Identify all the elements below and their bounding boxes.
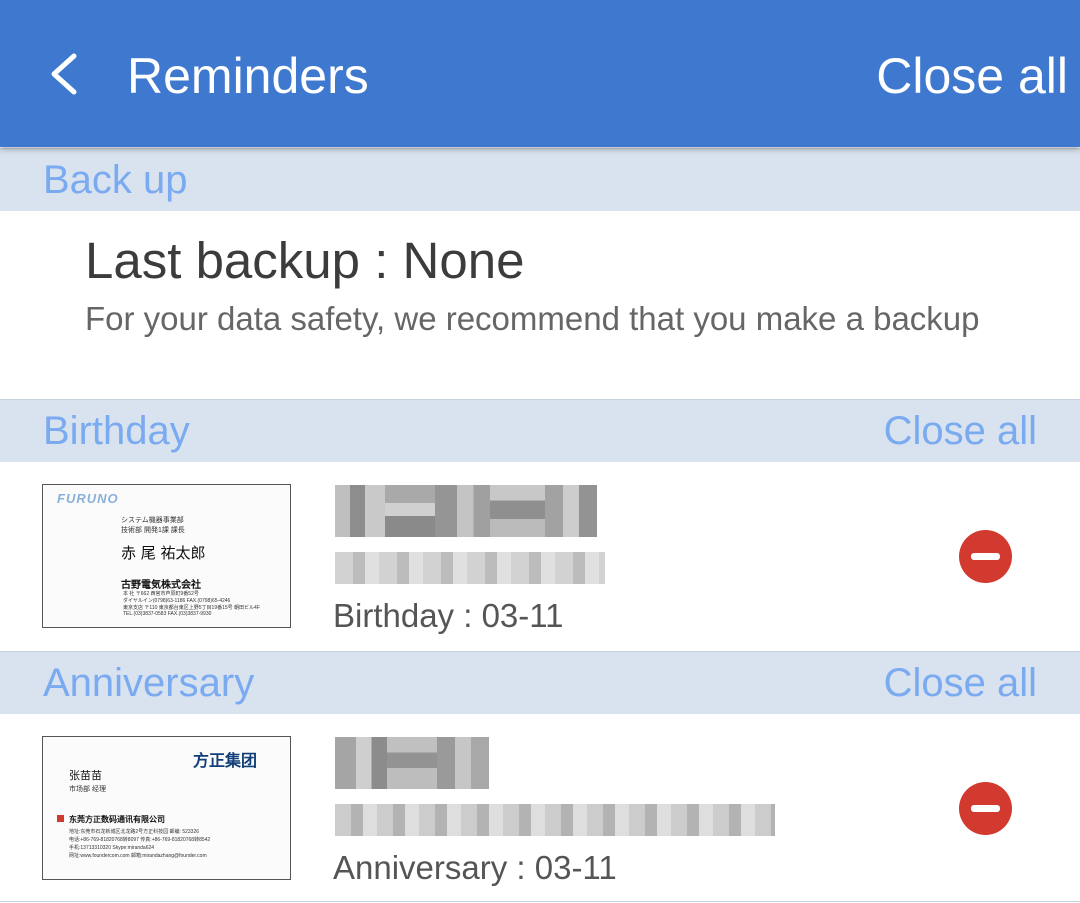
card-dept: 市场部 经理	[69, 786, 106, 793]
divider	[0, 901, 1080, 902]
card-address: 本 社 〒662 西宮市芦原町9番52号	[123, 591, 199, 597]
contact-name-pixelated	[335, 485, 597, 537]
card-detail: 地址:东莞市石龙新城区北龙路2号方正科技园 邮编: 523326	[69, 829, 200, 835]
card-line: 技術部 開発1課 課長	[121, 527, 185, 534]
business-card-thumbnail[interactable]: FURUNO システム機器事業部 技術部 開発1課 課長 赤 尾 祐太郎 古野電…	[42, 484, 291, 628]
card-company: 古野電気株式会社	[121, 580, 201, 591]
card-name: 张苗苗	[69, 770, 102, 782]
card-address: ダイヤルイン(0798)63-1186 FAX.(0798)65-4246	[123, 598, 231, 604]
reminder-date: Anniversary : 03-11	[333, 849, 617, 886]
anniversary-close-all-button[interactable]: Close all	[884, 658, 1037, 708]
backup-recommendation: For your data safety, we recommend that …	[85, 300, 980, 337]
list-item[interactable]: FURUNO システム機器事業部 技術部 開発1課 課長 赤 尾 祐太郎 古野電…	[0, 462, 1080, 650]
section-title-backup: Back up	[43, 158, 188, 202]
backup-section-header: Back up	[0, 148, 1080, 211]
card-address: TEL.(03)3837-0583 FAX.(03)3837-9930	[123, 611, 212, 617]
card-detail: 网址:www.foundercom.com 邮箱:mirandazhang@fo…	[69, 853, 207, 859]
birthday-section-header: Birthday Close all	[0, 399, 1080, 462]
card-logo: FURUNO	[57, 491, 119, 506]
card-logo: 方正集团	[193, 753, 258, 770]
last-backup-status: Last backup : None	[85, 232, 525, 289]
page-title: Reminders	[127, 48, 369, 104]
remove-icon[interactable]	[959, 530, 1012, 583]
business-card-thumbnail[interactable]: 方正集团 张苗苗 市场部 经理 东莞方正数码通讯有限公司 地址:东莞市石龙新城区…	[42, 736, 291, 880]
card-address: 東京支店 〒110 東京都台東区上野5丁目19番15号 朝田ビル4F	[123, 605, 260, 611]
reminder-date: Birthday : 03-11	[333, 597, 564, 634]
card-company: 东莞方正数码通讯有限公司	[69, 815, 165, 824]
back-button[interactable]	[38, 44, 98, 104]
card-name: 赤 尾 祐太郎	[121, 544, 206, 562]
card-detail: 电话:+86-769-81820768转8097 传真:+86-769-8182…	[69, 837, 211, 843]
section-title-birthday: Birthday	[43, 409, 190, 453]
close-all-button[interactable]: Close all	[876, 46, 1068, 106]
card-line: システム機器事業部	[121, 517, 184, 524]
contact-company-pixelated	[335, 552, 605, 584]
section-title-anniversary: Anniversary	[43, 661, 255, 705]
birthday-close-all-button[interactable]: Close all	[884, 406, 1037, 456]
card-detail: 手机:13713310320 Skype:miranda624	[69, 845, 155, 851]
remove-icon[interactable]	[959, 782, 1012, 835]
app-bar: Reminders Close all	[0, 0, 1080, 147]
list-item[interactable]: 方正集团 张苗苗 市场部 经理 东莞方正数码通讯有限公司 地址:东莞市石龙新城区…	[0, 714, 1080, 902]
contact-company-pixelated	[335, 804, 775, 836]
card-logo-mark	[57, 815, 64, 822]
chevron-left-icon	[51, 53, 77, 95]
contact-name-pixelated	[335, 737, 489, 789]
anniversary-section-header: Anniversary Close all	[0, 651, 1080, 714]
